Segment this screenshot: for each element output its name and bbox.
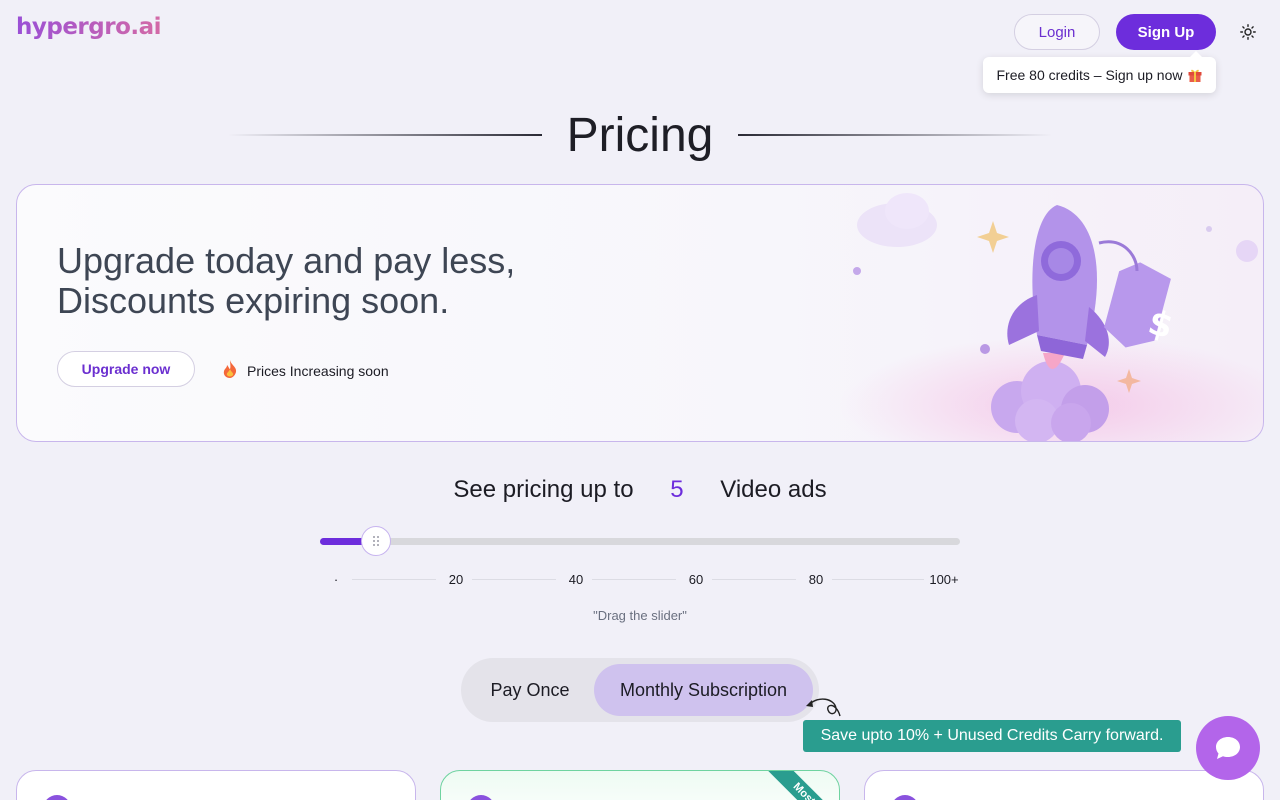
tick-label: ·	[333, 572, 339, 587]
tick-line	[832, 579, 924, 580]
headline-line-2: Discounts expiring soon.	[57, 280, 450, 321]
tick-label: 80	[808, 572, 824, 587]
headline-line-1: Upgrade today and pay less,	[57, 240, 516, 281]
curl-arrow-icon	[806, 698, 841, 717]
signup-promo-tooltip[interactable]: Free 80 credits – Sign up now	[983, 51, 1216, 93]
grip-dots-icon	[373, 536, 379, 546]
pay-once-option[interactable]: Pay Once	[467, 664, 593, 716]
promo-text: Free 80 credits – Sign up now	[996, 67, 1183, 83]
slider-heading: See pricing up to 5 Video ads	[0, 476, 1280, 504]
pricing-title-row: Pricing	[0, 108, 1280, 164]
most-popular-ribbon: Most	[758, 771, 839, 800]
pricing-card-3[interactable]	[864, 770, 1264, 800]
tick-line	[352, 579, 436, 580]
title-divider-right	[738, 134, 1052, 136]
price-note-text: Prices Increasing soon	[247, 362, 389, 379]
fire-icon	[221, 359, 239, 382]
slider-suffix: Video ads	[720, 476, 827, 503]
page-title: Pricing	[566, 109, 714, 162]
pricing-card-2[interactable]: Most	[440, 770, 840, 800]
drag-hint: "Drag the slider"	[593, 608, 687, 623]
billing-toggle[interactable]: Pay Once Monthly Subscription	[461, 658, 819, 722]
chat-button[interactable]	[1196, 716, 1260, 780]
slider-handle[interactable]	[361, 526, 391, 556]
plan-icon	[891, 795, 919, 800]
slider-value: 5	[670, 476, 684, 503]
gift-icon	[1187, 67, 1203, 83]
monthly-subscription-option[interactable]: Monthly Subscription	[594, 664, 813, 716]
chat-bubble-icon	[1216, 737, 1240, 759]
tick-line	[712, 579, 796, 580]
savings-badge: Save upto 10% + Unused Credits Carry for…	[803, 720, 1181, 752]
signup-button[interactable]: Sign Up	[1116, 14, 1216, 50]
banner-headline: Upgrade today and pay less, Discounts ex…	[57, 241, 577, 321]
upgrade-now-button[interactable]: Upgrade now	[57, 351, 195, 387]
slider-ticks: · 20 40 60 80 100+	[320, 570, 960, 590]
rocket-illustration: $	[853, 193, 1258, 441]
plan-icon	[467, 795, 495, 800]
price-increase-note: Prices Increasing soon	[221, 359, 389, 382]
theme-toggle-sun-icon[interactable]	[1236, 20, 1260, 44]
plan-icon	[43, 795, 71, 800]
pricing-card-1[interactable]	[16, 770, 416, 800]
tick-line	[472, 579, 556, 580]
video-ads-slider[interactable]	[320, 526, 960, 556]
tick-label: 40	[568, 572, 584, 587]
tick-line	[592, 579, 676, 580]
tick-label: 100+	[929, 572, 959, 587]
discount-banner: Upgrade today and pay less, Discounts ex…	[16, 184, 1264, 442]
tick-label: 20	[448, 572, 464, 587]
tick-label: 60	[688, 572, 704, 587]
slider-prefix: See pricing up to	[453, 476, 634, 503]
logo[interactable]: hypergro.ai	[16, 14, 162, 40]
login-button[interactable]: Login	[1014, 14, 1100, 50]
